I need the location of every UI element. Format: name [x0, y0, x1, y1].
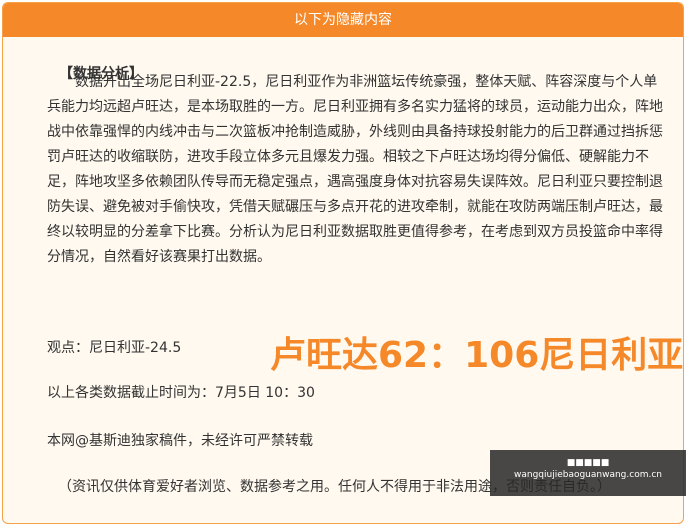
panel-header: 以下为隐藏内容: [3, 3, 683, 37]
analysis-paragraph: 数据开出全场尼日利亚-22.5，尼日利亚作为非洲篮坛传统豪强，整体天赋、阵容深度…: [47, 74, 663, 265]
final-score: 卢旺达62：106尼日利亚: [270, 335, 684, 376]
site-watermark: ■■■■■ wangqiujiebaoguanwang.com.cn: [490, 450, 686, 496]
watermark-url: wangqiujiebaoguanwang.com.cn: [513, 470, 662, 480]
watermark-line1: ■■■■■: [566, 458, 610, 468]
copyright-notice: 本网@基斯迪独家稿件，未经许可严禁转载: [47, 433, 313, 449]
view-line: 观点：尼日利亚-24.5: [47, 340, 182, 356]
cutoff-time: 以上各类数据截止时间为：7月5日 10：30: [47, 385, 315, 401]
